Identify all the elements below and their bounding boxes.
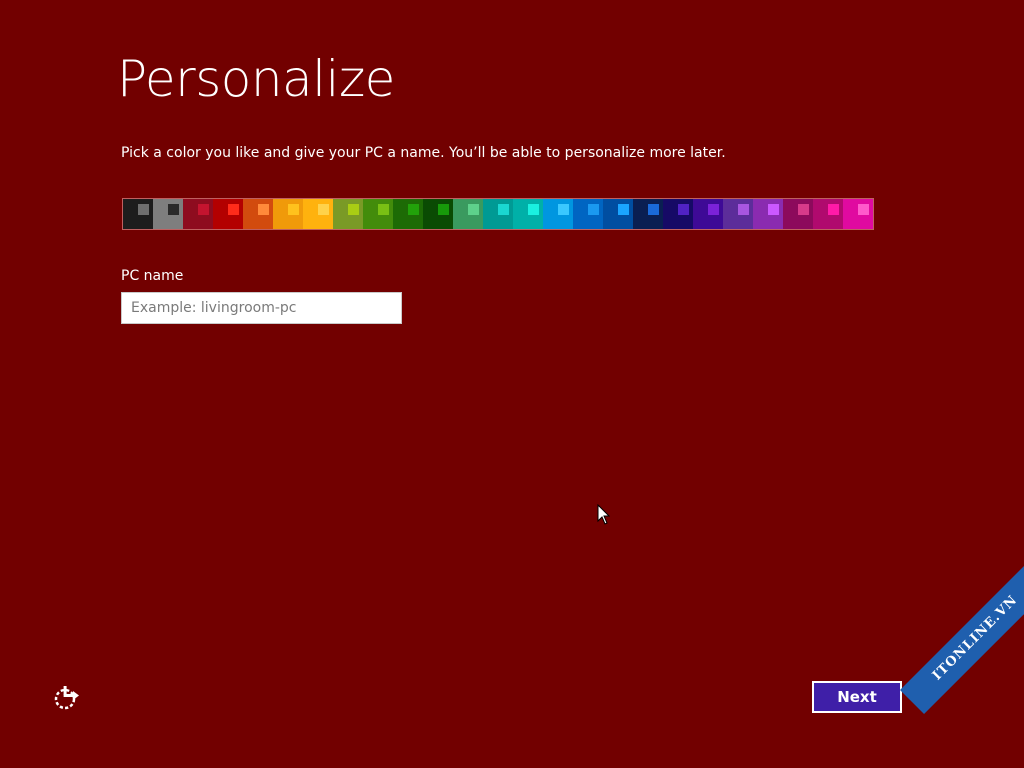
swatch-accent — [378, 204, 389, 215]
color-swatch[interactable] — [153, 199, 183, 229]
next-button[interactable]: Next — [812, 681, 902, 713]
swatch-accent — [798, 204, 809, 215]
color-palette — [122, 198, 874, 230]
color-swatch[interactable] — [843, 199, 873, 229]
color-swatch[interactable] — [333, 199, 363, 229]
color-swatch[interactable] — [363, 199, 393, 229]
color-swatch[interactable] — [123, 199, 153, 229]
color-swatch[interactable] — [303, 199, 333, 229]
swatch-accent — [228, 204, 239, 215]
page-subtitle: Pick a color you like and give your PC a… — [121, 145, 726, 161]
color-swatch[interactable] — [483, 199, 513, 229]
swatch-accent — [348, 204, 359, 215]
swatch-accent — [408, 204, 419, 215]
swatch-accent — [318, 204, 329, 215]
color-swatch[interactable] — [573, 199, 603, 229]
swatch-accent — [288, 204, 299, 215]
swatch-accent — [858, 204, 869, 215]
color-swatch[interactable] — [603, 199, 633, 229]
color-swatch[interactable] — [513, 199, 543, 229]
swatch-accent — [678, 204, 689, 215]
color-swatch[interactable] — [453, 199, 483, 229]
swatch-accent — [648, 204, 659, 215]
ease-of-access-icon[interactable] — [52, 684, 80, 712]
color-swatch[interactable] — [633, 199, 663, 229]
watermark-logo: ITONLINE.VN — [900, 562, 1024, 715]
pc-name-input[interactable] — [121, 292, 402, 324]
color-swatch[interactable] — [213, 199, 243, 229]
color-swatch[interactable] — [783, 199, 813, 229]
color-swatch[interactable] — [393, 199, 423, 229]
page-title: Personalize — [117, 50, 395, 108]
color-swatch[interactable] — [543, 199, 573, 229]
swatch-accent — [258, 204, 269, 215]
swatch-accent — [708, 204, 719, 215]
swatch-accent — [588, 204, 599, 215]
swatch-accent — [498, 204, 509, 215]
swatch-accent — [468, 204, 479, 215]
swatch-accent — [618, 204, 629, 215]
color-swatch[interactable] — [243, 199, 273, 229]
swatch-accent — [168, 204, 179, 215]
swatch-accent — [738, 204, 749, 215]
swatch-accent — [828, 204, 839, 215]
color-swatch[interactable] — [753, 199, 783, 229]
color-swatch[interactable] — [183, 199, 213, 229]
color-swatch[interactable] — [813, 199, 843, 229]
swatch-accent — [558, 204, 569, 215]
color-swatch[interactable] — [693, 199, 723, 229]
color-swatch[interactable] — [273, 199, 303, 229]
swatch-accent — [138, 204, 149, 215]
color-swatch[interactable] — [723, 199, 753, 229]
swatch-accent — [198, 204, 209, 215]
swatch-accent — [438, 204, 449, 215]
color-swatch[interactable] — [423, 199, 453, 229]
personalize-screen: Personalize Pick a color you like and gi… — [0, 0, 1024, 768]
swatch-accent — [528, 204, 539, 215]
swatch-accent — [768, 204, 779, 215]
mouse-cursor-icon — [597, 503, 611, 525]
pc-name-label: PC name — [121, 268, 184, 284]
color-swatch[interactable] — [663, 199, 693, 229]
